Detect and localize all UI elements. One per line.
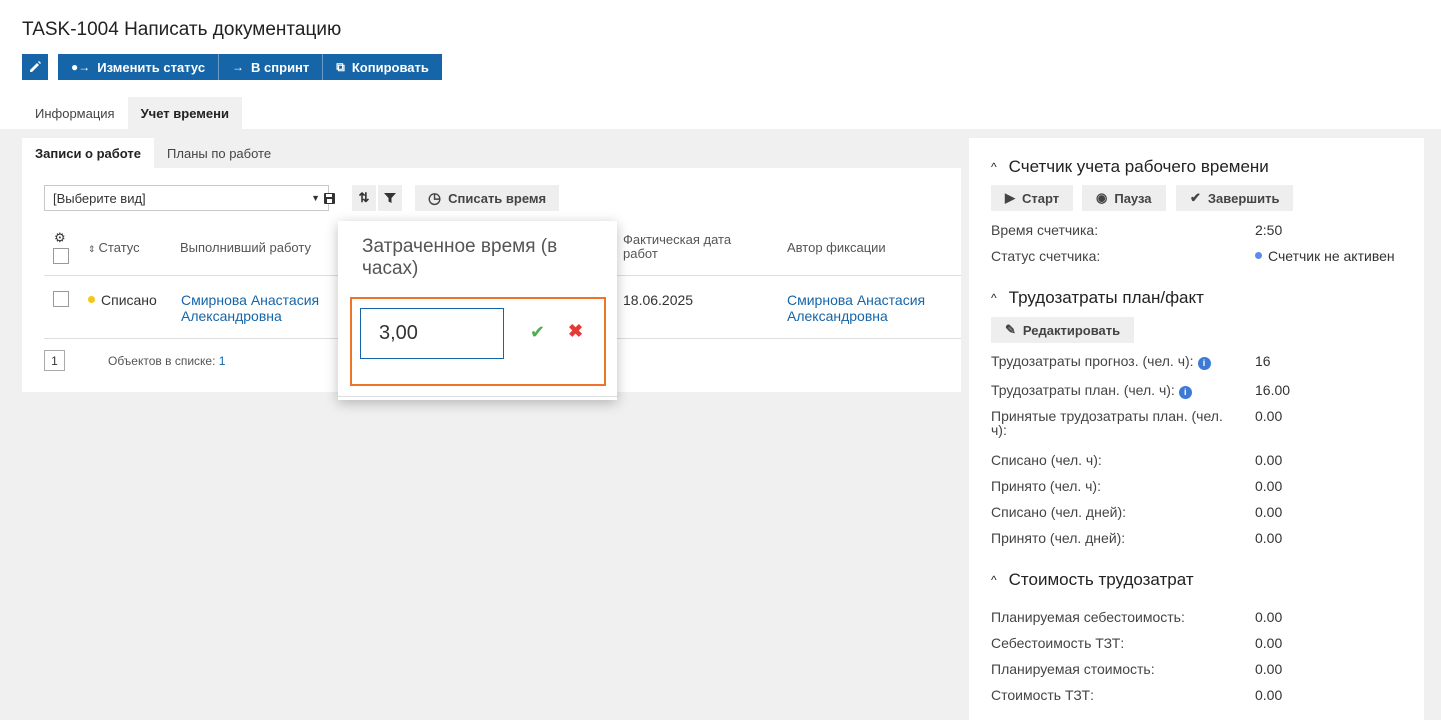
copy-button[interactable]: ⧉ Копировать <box>323 54 442 80</box>
close-icon[interactable]: ✖ <box>568 321 583 342</box>
status-dot <box>88 296 95 303</box>
timer-section-title[interactable]: ^ Счетчик учета рабочего времени <box>991 157 1269 177</box>
row-author-link[interactable]: Смирнова Анастасия Александровна <box>787 292 947 324</box>
info-icon[interactable]: i <box>1197 357 1211 370</box>
copy-icon: ⧉ <box>336 59 345 74</box>
editor-title: Затраченное время (в часах) <box>362 236 558 279</box>
header-area: TASK-1004 Написать документацию ●→ Измени… <box>0 0 1441 129</box>
effort-plan-label: Трудозатраты план. (чел. ч): i <box>991 383 1192 399</box>
cost-planned-value: 0.00 <box>1255 661 1283 677</box>
edit-button[interactable] <box>22 54 48 80</box>
arrow-right-icon: → <box>232 60 245 74</box>
play-icon: ▶ <box>1005 190 1015 205</box>
save-view-button[interactable] <box>317 185 341 211</box>
column-performer[interactable]: Выполнивший работу <box>180 241 311 255</box>
effort-written-off-hours-label: Списано (чел. ч): <box>991 452 1102 468</box>
effort-accepted-hours-value: 0.00 <box>1255 478 1283 494</box>
timer-status-value: Счетчик не активен <box>1255 248 1395 264</box>
sort-icon: ⇅ <box>358 190 370 205</box>
page-number[interactable]: 1 <box>44 350 65 371</box>
effort-accepted-plan-label: Принятые трудозатраты план. (чел. ч): <box>991 408 1223 438</box>
cost-total-value: 0.00 <box>1255 687 1283 703</box>
sub-tabs: Записи о работе Планы по работе <box>22 138 961 168</box>
effort-written-off-hours-value: 0.00 <box>1255 452 1283 468</box>
chevron-up-icon: ^ <box>991 160 997 174</box>
effort-accepted-days-value: 0.00 <box>1255 530 1283 546</box>
cost-prime-label: Себестоимость ТЗТ: <box>991 635 1125 651</box>
column-status[interactable]: ⇕ Статус <box>88 241 140 256</box>
effort-accepted-days-label: Принято (чел. дней): <box>991 530 1126 546</box>
row-performer-link[interactable]: Смирнова Анастасия Александровна <box>181 292 341 324</box>
write-off-time-button[interactable]: ◷ Списать время <box>415 185 560 211</box>
effort-forecast-label: Трудозатраты прогноз. (чел. ч): i <box>991 354 1211 370</box>
tab-work-plans[interactable]: Планы по работе <box>154 138 284 168</box>
timer-status-label: Статус счетчика: <box>991 248 1101 264</box>
hours-input[interactable] <box>360 308 504 359</box>
pencil-icon: ✎ <box>1005 322 1016 337</box>
timer-status-dot <box>1255 252 1262 259</box>
cost-total-label: Стоимость ТЗТ: <box>991 687 1094 703</box>
save-icon <box>323 192 335 204</box>
timer-start-button[interactable]: ▶ Старт <box>991 185 1074 211</box>
time-spent-editor: Затраченное время (в часах) ✔ ✖ <box>338 221 617 400</box>
clock-icon: ◷ <box>428 190 442 207</box>
cost-section-title[interactable]: ^ Стоимость трудозатрат <box>991 570 1194 590</box>
view-select[interactable]: [Выберите вид] ▼ <box>44 185 329 211</box>
cost-planned-label: Планируемая стоимость: <box>991 661 1155 677</box>
info-icon[interactable]: i <box>1178 386 1192 399</box>
timer-time-label: Время счетчика: <box>991 222 1099 238</box>
effort-accepted-plan-value: 0.00 <box>1255 408 1283 424</box>
gear-icon[interactable]: ⚙ <box>54 230 66 246</box>
status-icon: ●→ <box>71 60 91 74</box>
pencil-icon <box>30 61 41 72</box>
timer-finish-button[interactable]: ✔ Завершить <box>1176 185 1294 211</box>
sort-arrows-icon: ⇕ <box>88 244 96 254</box>
column-actual-date[interactable]: Фактическая дата работ <box>623 233 763 261</box>
check-icon[interactable]: ✔ <box>530 322 545 343</box>
right-sidebar: ^ Счетчик учета рабочего времени ▶ Старт … <box>969 138 1424 720</box>
effort-plan-value: 16.00 <box>1255 382 1291 398</box>
chevron-up-icon: ^ <box>991 573 997 587</box>
chevron-up-icon: ^ <box>991 291 997 305</box>
effort-forecast-value: 16 <box>1255 353 1271 369</box>
effort-written-off-days-value: 0.00 <box>1255 504 1283 520</box>
change-status-button[interactable]: ●→ Изменить статус <box>58 54 220 80</box>
row-date: 18.06.2025 <box>623 292 694 308</box>
to-sprint-button[interactable]: → В спринт <box>219 54 324 80</box>
row-status: Списано <box>88 292 157 308</box>
row-checkbox[interactable] <box>53 291 69 307</box>
action-toolbar: ●→ Изменить статус → В спринт ⧉ Копировать <box>22 54 442 80</box>
select-all-checkbox[interactable] <box>53 248 69 264</box>
effort-written-off-days-label: Списано (чел. дней): <box>991 504 1126 520</box>
column-author[interactable]: Автор фиксации <box>787 241 886 255</box>
cost-planned-prime-value: 0.00 <box>1255 609 1283 625</box>
page-title: TASK-1004 Написать документацию <box>22 19 342 40</box>
timer-pause-button[interactable]: ◉ Пауза <box>1082 185 1166 211</box>
editor-divider <box>338 396 617 397</box>
filter-icon <box>384 193 396 203</box>
effort-section-title[interactable]: ^ Трудозатраты план/факт <box>991 288 1204 308</box>
tab-time-tracking[interactable]: Учет времени <box>127 97 242 129</box>
effort-edit-button[interactable]: ✎ Редактировать <box>991 317 1135 343</box>
sort-button[interactable]: ⇅ <box>352 185 376 211</box>
objects-count: Объектов в списке: 1 <box>108 354 226 368</box>
filter-button[interactable] <box>378 185 402 211</box>
cost-prime-value: 0.00 <box>1255 635 1283 651</box>
tab-work-records[interactable]: Записи о работе <box>22 138 155 168</box>
cost-planned-prime-label: Планируемая себестоимость: <box>991 609 1185 625</box>
effort-accepted-hours-label: Принято (чел. ч): <box>991 478 1101 494</box>
check-icon: ✔ <box>1190 190 1201 205</box>
timer-time-value: 2:50 <box>1255 222 1283 238</box>
main-tabs: Информация Учет времени <box>22 97 242 129</box>
tab-information[interactable]: Информация <box>22 97 128 129</box>
pause-icon: ◉ <box>1096 190 1108 205</box>
